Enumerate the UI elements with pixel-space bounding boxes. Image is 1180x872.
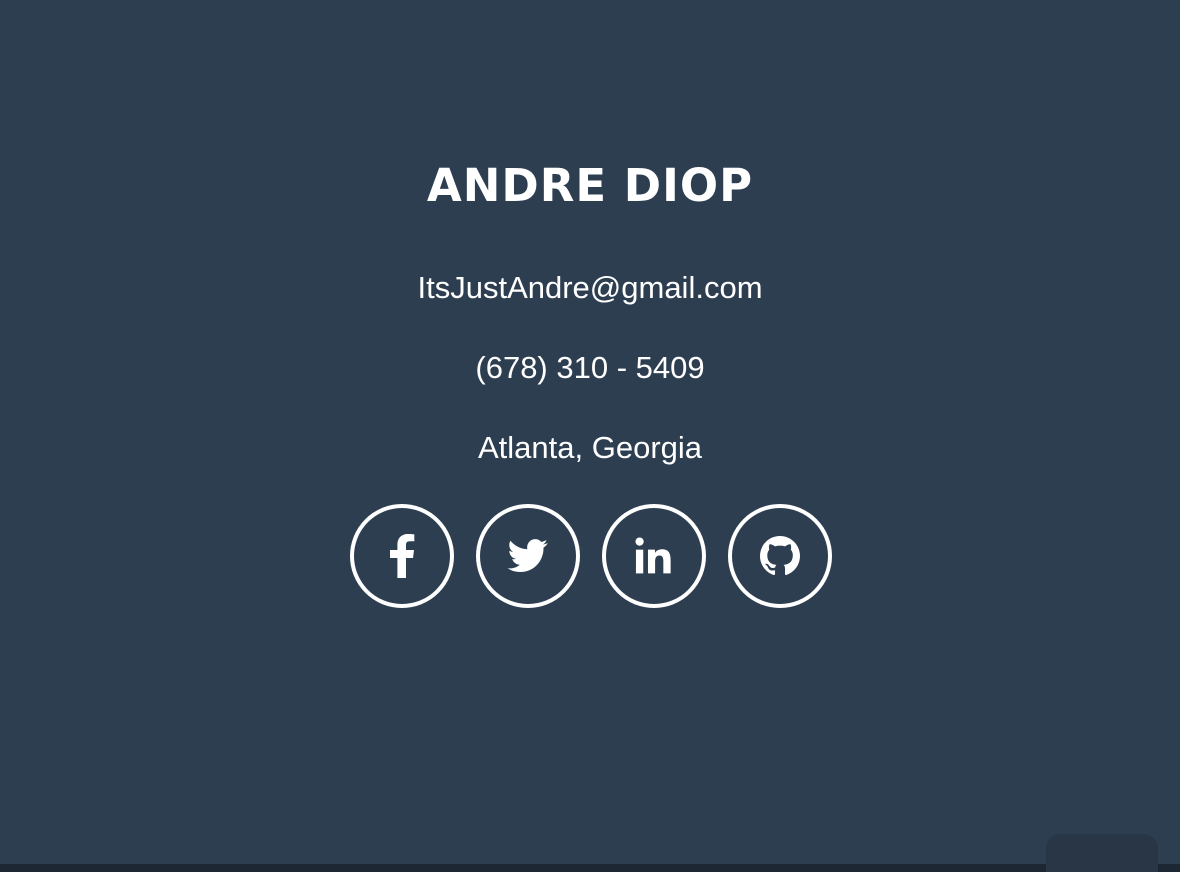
- footer-bar: [0, 864, 1180, 872]
- contact-name: ANDRE DIOP: [426, 159, 754, 212]
- facebook-icon: [390, 534, 415, 578]
- contact-location: Atlanta, Georgia: [477, 430, 703, 465]
- twitter-button[interactable]: [476, 504, 580, 608]
- linkedin-button[interactable]: [602, 504, 706, 608]
- page: ANDRE DIOP ItsJustAndre@gmail.com (678) …: [0, 0, 1180, 872]
- github-icon: [760, 536, 800, 576]
- contact-phone[interactable]: (678) 310 - 5409: [0, 348, 1180, 388]
- contact-email[interactable]: ItsJustAndre@gmail.com: [0, 268, 1180, 308]
- social-links: [350, 504, 832, 608]
- linkedin-icon: [635, 537, 671, 574]
- twitter-icon: [507, 539, 548, 572]
- corner-tab[interactable]: [1046, 834, 1158, 872]
- facebook-button[interactable]: [350, 504, 454, 608]
- github-button[interactable]: [728, 504, 832, 608]
